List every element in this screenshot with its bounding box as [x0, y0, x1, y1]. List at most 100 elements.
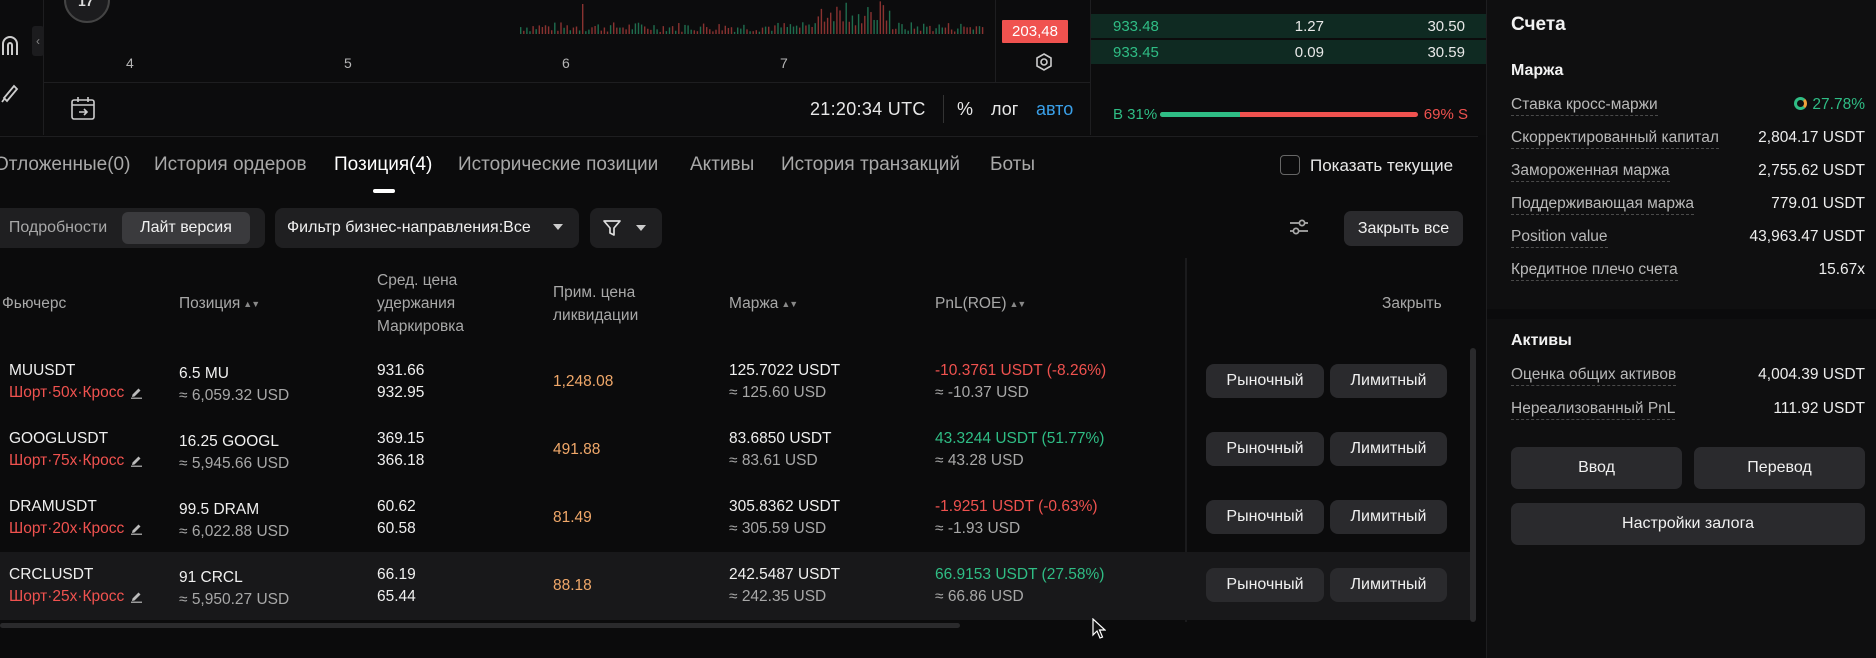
limit-close-button[interactable]: Лимитный — [1330, 364, 1447, 398]
market-close-button[interactable]: Рыночный — [1206, 500, 1324, 534]
auto-scale-toggle[interactable]: авто — [1036, 99, 1073, 120]
tab-positions[interactable]: Позиция(4) — [334, 154, 432, 176]
show-current-checkbox[interactable]: Показать текущие — [1280, 155, 1453, 176]
margin-value: 242.5487 USDT — [729, 566, 841, 583]
tab-historical-positions[interactable]: Исторические позиции — [458, 154, 658, 176]
edit-leverage-icon[interactable] — [130, 520, 143, 542]
margin-cell: 83.6850 USDT ≈ 83.61 USD — [729, 428, 832, 472]
magnet-icon[interactable] — [0, 34, 22, 58]
unrealized-pnl-value: 111.92 USDT — [1773, 400, 1865, 417]
go-to-date-icon[interactable] — [70, 96, 98, 122]
column-header-margin[interactable]: Маржа ▲▼ — [729, 292, 798, 316]
volume-bar — [814, 23, 816, 34]
volume-bar — [535, 29, 537, 34]
margin-usd: ≈ 125.60 USD — [729, 384, 827, 401]
table-row[interactable]: DRAMUSDT Шорт·20x·Кросс 99.5 DRAM ≈ 6,02… — [0, 484, 1470, 552]
volume-bar — [873, 19, 875, 34]
sort-icon[interactable]: ▲▼ — [243, 293, 260, 316]
symbol-name[interactable]: CRCLUSDT — [9, 564, 143, 586]
checkbox-icon[interactable] — [1280, 155, 1300, 175]
frozen-margin-label[interactable]: Замороженная маржа — [1511, 162, 1670, 182]
tab-pending-orders[interactable]: Отложенные(0) — [0, 154, 130, 176]
edit-leverage-icon[interactable] — [130, 588, 143, 610]
brush-icon[interactable] — [0, 80, 22, 104]
position-qty: 91 CRCL — [179, 569, 243, 586]
transfer-button[interactable]: Перевод — [1694, 447, 1865, 489]
account-leverage-label[interactable]: Кредитное плечо счета — [1511, 261, 1678, 281]
business-line-filter-select[interactable]: Фильтр бизнес-направления:Все — [275, 208, 579, 248]
collateral-settings-button[interactable]: Настройки залога — [1511, 503, 1865, 545]
column-header-position[interactable]: Позиция ▲▼ — [179, 292, 260, 316]
order-book-row[interactable]: 933.48 1.27 30.50 — [1091, 14, 1491, 38]
table-row[interactable]: GOOGLUSDT Шорт·75x·Кросс 16.25 GOOGL ≈ 5… — [0, 416, 1470, 484]
maintenance-margin-label[interactable]: Поддерживающая маржа — [1511, 195, 1695, 215]
lite-view-button[interactable]: Лайт версия — [122, 212, 250, 244]
edit-leverage-icon[interactable] — [130, 452, 143, 474]
avg-entry-price: 60.62 — [377, 498, 416, 515]
order-book-row[interactable]: 933.45 0.09 30.59 — [1091, 40, 1491, 64]
limit-close-button[interactable]: Лимитный — [1330, 432, 1447, 466]
table-row[interactable]: CRCLUSDT Шорт·25x·Кросс 91 CRCL ≈ 5,950.… — [0, 552, 1470, 620]
market-close-button[interactable]: Рыночный — [1206, 568, 1324, 602]
sort-icon[interactable]: ▲▼ — [1010, 293, 1027, 316]
tab-transaction-history[interactable]: История транзакций — [781, 154, 960, 176]
volume-bar — [572, 27, 575, 34]
adjusted-equity-label[interactable]: Скорректированный капитал — [1511, 129, 1719, 149]
assets-section-title: Активы — [1511, 332, 1572, 349]
tab-order-history[interactable]: История ордеров — [154, 154, 307, 176]
edit-leverage-icon[interactable] — [130, 384, 143, 406]
volume-bar — [603, 27, 606, 34]
chart-settings-icon[interactable] — [1034, 52, 1054, 72]
volume-bar — [882, 5, 885, 34]
unrealized-pnl-label[interactable]: Нереализованный PnL — [1511, 400, 1676, 420]
volume-bar — [724, 25, 726, 34]
vertical-scrollbar[interactable] — [1470, 348, 1476, 622]
tab-assets[interactable]: Активы — [690, 154, 754, 176]
total-assets-label[interactable]: Оценка общих активов — [1511, 366, 1677, 386]
column-settings-icon[interactable] — [1288, 216, 1310, 238]
deposit-button[interactable]: Ввод — [1511, 447, 1682, 489]
volume-bar — [764, 26, 767, 34]
price-axis-separator — [995, 0, 996, 82]
toolbar-collapse-button[interactable]: ‹ — [32, 26, 44, 56]
volume-bar — [926, 26, 928, 34]
limit-close-button[interactable]: Лимитный — [1330, 500, 1447, 534]
x-axis-tick: 6 — [562, 55, 570, 71]
position-value-label[interactable]: Position value — [1511, 228, 1608, 248]
symbol-name[interactable]: GOOGLUSDT — [9, 428, 143, 450]
limit-close-button[interactable]: Лимитный — [1330, 568, 1447, 602]
sort-icon[interactable]: ▲▼ — [781, 293, 798, 316]
margin-usd: ≈ 305.59 USD — [729, 520, 827, 537]
volume-bar — [845, 2, 847, 34]
volume-bar — [668, 27, 671, 34]
symbol-name[interactable]: MUUSDT — [9, 360, 143, 382]
pnl-value: -10.3761 USDT (-8.26%) — [935, 362, 1107, 379]
chart-area[interactable]: 17 ‹ 4 5 6 7 203,48 21:20:34 UTC % лог а… — [0, 0, 1090, 135]
percent-scale-toggle[interactable]: % — [957, 99, 973, 120]
table-row[interactable]: MUUSDT Шорт·50x·Кросс 6.5 MU ≈ 6,059.32 … — [0, 348, 1470, 416]
tab-bots[interactable]: Боты — [990, 154, 1035, 176]
margin-cell: 125.7022 USDT ≈ 125.60 USD — [729, 360, 840, 404]
close-all-button[interactable]: Закрыть все — [1344, 211, 1463, 246]
cross-margin-rate-label[interactable]: Ставка кросс-маржи — [1511, 96, 1658, 116]
liquidation-price: 81.49 — [553, 509, 592, 526]
filter-dropdown-button[interactable] — [590, 208, 662, 248]
margin-value: 83.6850 USDT — [729, 430, 832, 447]
account-leverage-value: 15.67x — [1818, 261, 1865, 278]
position-usd: ≈ 6,022.88 USD — [179, 523, 290, 540]
log-scale-toggle[interactable]: лог — [991, 99, 1018, 120]
volume-bar — [913, 28, 916, 34]
chart-clock[interactable]: 21:20:34 UTC — [810, 99, 926, 120]
market-close-button[interactable]: Рыночный — [1206, 364, 1324, 398]
volume-bar — [910, 22, 912, 34]
column-header-pnl[interactable]: PnL(ROE) ▲▼ — [935, 292, 1027, 316]
market-close-button[interactable]: Рыночный — [1206, 432, 1324, 466]
volume-bar — [768, 26, 770, 34]
x-axis-tick: 4 — [126, 55, 134, 71]
symbol-name[interactable]: DRAMUSDT — [9, 496, 143, 518]
horizontal-scrollbar[interactable] — [0, 623, 960, 628]
symbol-cell: CRCLUSDT Шорт·25x·Кросс — [9, 564, 143, 610]
business-line-filter-label: Фильтр бизнес-направления:Все — [287, 219, 531, 236]
details-view-button[interactable]: Подробности — [0, 212, 118, 244]
volume-bar — [634, 23, 637, 34]
